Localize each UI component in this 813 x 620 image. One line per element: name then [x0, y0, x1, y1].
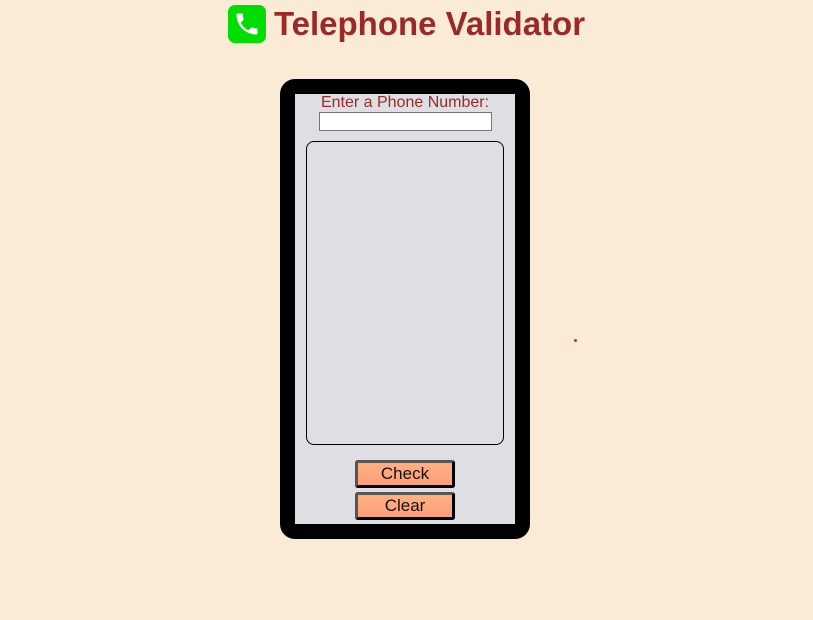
page-header: Telephone Validator: [0, 4, 813, 44]
phone-screen: Enter a Phone Number: Check Clear: [295, 94, 515, 524]
clear-button[interactable]: Clear: [355, 492, 455, 520]
phone-number-input[interactable]: [319, 112, 492, 131]
check-button[interactable]: Check: [355, 460, 455, 488]
phone-icon: [227, 5, 266, 43]
page-title: Telephone Validator: [273, 5, 586, 42]
results-div: [306, 141, 504, 445]
phone-frame: Enter a Phone Number: Check Clear: [280, 79, 530, 539]
decorative-dot: [574, 339, 577, 342]
phone-number-label: Enter a Phone Number:: [320, 94, 490, 111]
